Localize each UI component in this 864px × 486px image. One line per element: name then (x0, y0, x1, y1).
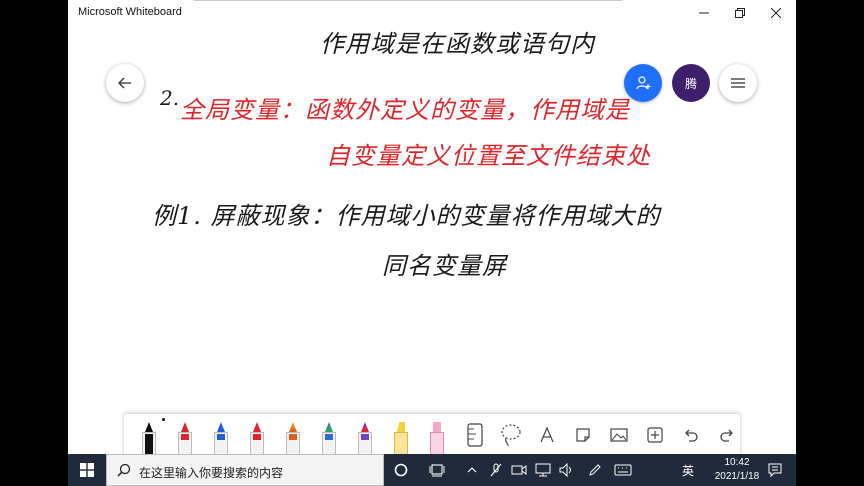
minimize-button[interactable] (686, 0, 722, 26)
pen-rainbow-1[interactable] (280, 414, 306, 454)
taskbar-search-box[interactable]: 在这里输入你要搜索的内容 (106, 454, 384, 486)
ime-indicator[interactable]: 英 (682, 462, 694, 479)
task-view-icon[interactable] (426, 454, 448, 486)
menu-button[interactable] (719, 64, 757, 102)
clock-time: 10:42 (724, 457, 750, 468)
canvas-text-line1[interactable]: 全局变量：函数外定义的变量，作用域是 (180, 90, 630, 125)
highlighter-yellow[interactable] (388, 414, 414, 454)
canvas-text-line3[interactable]: 例1. 屏蔽现象：作用域小的变量将作用域大的 (152, 196, 661, 231)
selected-dot (162, 418, 165, 421)
camera-icon[interactable] (510, 454, 528, 486)
keyboard-icon[interactable] (612, 454, 634, 486)
start-button[interactable] (68, 454, 106, 486)
arrow-left-icon (118, 77, 131, 89)
text-icon[interactable] (534, 422, 560, 448)
taskbar: 在这里输入你要搜索的内容 英 10:42 2021/1/18 (68, 454, 796, 486)
title-bar: Microsoft Whiteboard (68, 0, 796, 26)
clock-date: 2021/1/18 (714, 471, 760, 482)
canvas-text-line0[interactable]: 作用域是在函数或语句内 (320, 24, 595, 59)
pen-rainbow-2[interactable] (316, 414, 342, 454)
search-icon (117, 463, 131, 477)
pen-blue[interactable] (208, 414, 234, 454)
canvas-text-number-2[interactable]: 2. (160, 86, 179, 110)
ink-toolbar (124, 414, 740, 454)
pen-workspace-icon[interactable] (586, 454, 604, 486)
notification-icon[interactable] (764, 454, 786, 486)
canvas-text-line4[interactable]: 同名变量屏 (382, 246, 507, 281)
invite-button[interactable] (624, 64, 662, 102)
title-bar-divider (194, 0, 622, 1)
pen-rainbow-3[interactable] (352, 414, 378, 454)
add-person-icon (636, 76, 651, 90)
hamburger-icon (731, 78, 745, 88)
back-button[interactable] (106, 64, 144, 102)
close-button[interactable] (758, 0, 794, 26)
image-icon[interactable] (606, 422, 632, 448)
pen-red[interactable] (172, 414, 198, 454)
cortana-icon[interactable] (390, 454, 412, 486)
add-icon[interactable] (642, 422, 668, 448)
window-title: Microsoft Whiteboard (78, 6, 182, 18)
lasso-icon[interactable] (498, 422, 524, 448)
chevron-up-icon[interactable] (464, 454, 480, 486)
ruler-icon[interactable] (462, 422, 488, 448)
windows-logo-icon (80, 463, 94, 477)
pen-black[interactable] (136, 414, 165, 454)
restore-button[interactable] (722, 0, 758, 26)
note-icon[interactable] (570, 422, 596, 448)
highlighter-pink[interactable] (424, 414, 450, 454)
whiteboard-window: Microsoft Whiteboard 作用域是在函数或语句内 2. 全局变量… (68, 0, 796, 454)
canvas-text-line2[interactable]: 自变量定义位置至文件结束处 (326, 136, 651, 171)
mic-muted-icon[interactable] (488, 454, 504, 486)
pen-red-2[interactable] (244, 414, 270, 454)
undo-icon[interactable] (678, 422, 704, 448)
search-placeholder: 在这里输入你要搜索的内容 (139, 466, 284, 480)
clock[interactable]: 10:42 2021/1/18 (702, 456, 772, 484)
network-icon[interactable] (534, 454, 552, 486)
redo-icon[interactable] (714, 422, 740, 448)
user-avatar[interactable]: 腾 (672, 64, 710, 102)
volume-icon[interactable] (558, 454, 576, 486)
